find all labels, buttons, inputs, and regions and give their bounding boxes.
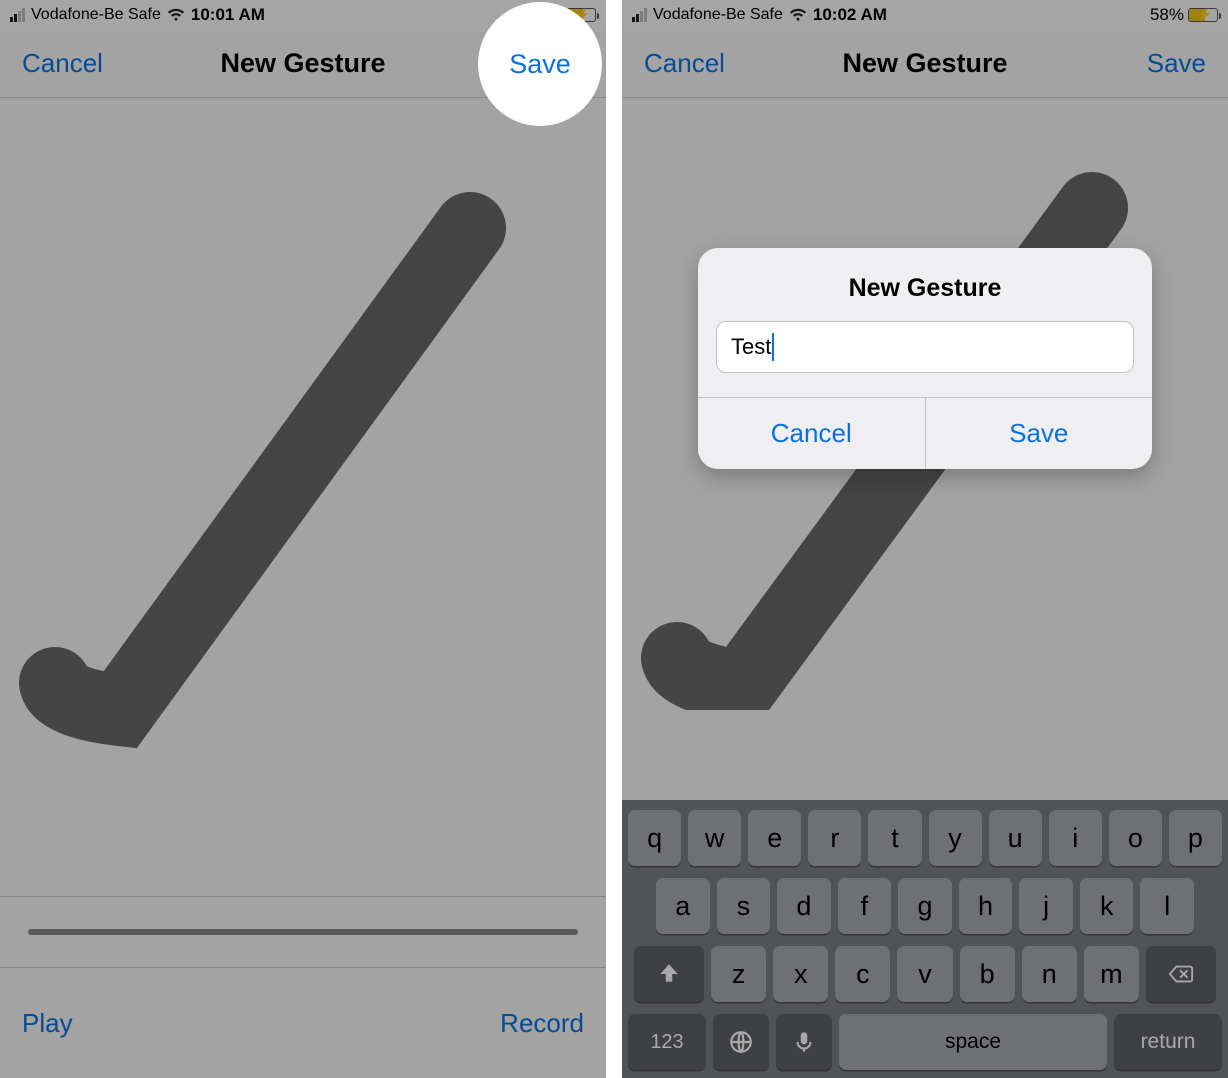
globe-key[interactable] [713,1014,769,1070]
key-a[interactable]: a [656,878,710,934]
shift-key[interactable] [634,946,704,1002]
space-key[interactable]: space [839,1014,1107,1070]
battery-icon: ⚡ [1188,8,1218,22]
key-t[interactable]: t [868,810,921,866]
battery-percent: 58% [1150,5,1184,25]
key-f[interactable]: f [838,878,892,934]
time-label: 10:01 AM [191,5,265,25]
key-x[interactable]: x [773,946,828,1002]
key-g[interactable]: g [898,878,952,934]
key-o[interactable]: o [1109,810,1162,866]
gesture-stroke [0,98,606,896]
name-gesture-alert: New Gesture Test Cancel Save [698,248,1152,469]
key-l[interactable]: l [1140,878,1194,934]
wifi-icon [167,8,185,22]
left-phone: Vodafone-Be Safe 10:01 AM 57% ⚡ Cancel N… [0,0,606,1078]
right-phone: Vodafone-Be Safe 10:02 AM 58% ⚡ Cancel N… [622,0,1228,1078]
keyboard: qwertyuiop asdfghjkl zxcvbnm 123 [622,800,1228,1078]
nav-bar: Cancel New Gesture Save [622,30,1228,98]
carrier-label: Vodafone-Be Safe [653,6,783,24]
gesture-name-value: Test [731,334,771,360]
keyboard-row-3: zxcvbnm [628,946,1222,1002]
alert-title: New Gesture [698,248,1152,321]
key-k[interactable]: k [1080,878,1134,934]
key-h[interactable]: h [959,878,1013,934]
key-e[interactable]: e [748,810,801,866]
cancel-button[interactable]: Cancel [644,48,725,79]
key-y[interactable]: y [929,810,982,866]
key-p[interactable]: p [1169,810,1222,866]
key-c[interactable]: c [835,946,890,1002]
mic-key[interactable] [776,1014,832,1070]
wifi-icon [789,8,807,22]
key-v[interactable]: v [897,946,952,1002]
bottom-toolbar: Play Record [0,968,606,1078]
key-s[interactable]: s [717,878,771,934]
num-key[interactable]: 123 [628,1014,706,1070]
timeline[interactable] [0,896,606,968]
signal-icon [632,8,647,22]
key-m[interactable]: m [1084,946,1139,1002]
alert-cancel-button[interactable]: Cancel [698,398,926,469]
key-b[interactable]: b [960,946,1015,1002]
cancel-button[interactable]: Cancel [22,48,103,79]
play-button[interactable]: Play [22,1008,73,1039]
keyboard-row-4: 123 space return [628,1014,1222,1070]
save-highlight[interactable]: Save [480,4,600,124]
return-key[interactable]: return [1114,1014,1222,1070]
key-u[interactable]: u [989,810,1042,866]
gesture-canvas[interactable] [0,98,606,896]
timeline-track [28,929,578,935]
key-z[interactable]: z [711,946,766,1002]
keyboard-row-1: qwertyuiop [628,810,1222,866]
status-bar: Vodafone-Be Safe 10:02 AM 58% ⚡ [622,0,1228,30]
carrier-label: Vodafone-Be Safe [31,6,161,24]
key-d[interactable]: d [777,878,831,934]
alert-save-button[interactable]: Save [926,398,1153,469]
gesture-name-input[interactable]: Test [716,321,1134,373]
backspace-key[interactable] [1146,946,1216,1002]
text-caret [772,333,774,361]
time-label: 10:02 AM [813,5,887,25]
key-j[interactable]: j [1019,878,1073,934]
key-n[interactable]: n [1022,946,1077,1002]
key-i[interactable]: i [1049,810,1102,866]
key-r[interactable]: r [808,810,861,866]
signal-icon [10,8,25,22]
keyboard-row-2: asdfghjkl [628,878,1222,934]
key-w[interactable]: w [688,810,741,866]
key-q[interactable]: q [628,810,681,866]
save-button[interactable]: Save [1147,48,1206,79]
record-button[interactable]: Record [500,1008,584,1039]
